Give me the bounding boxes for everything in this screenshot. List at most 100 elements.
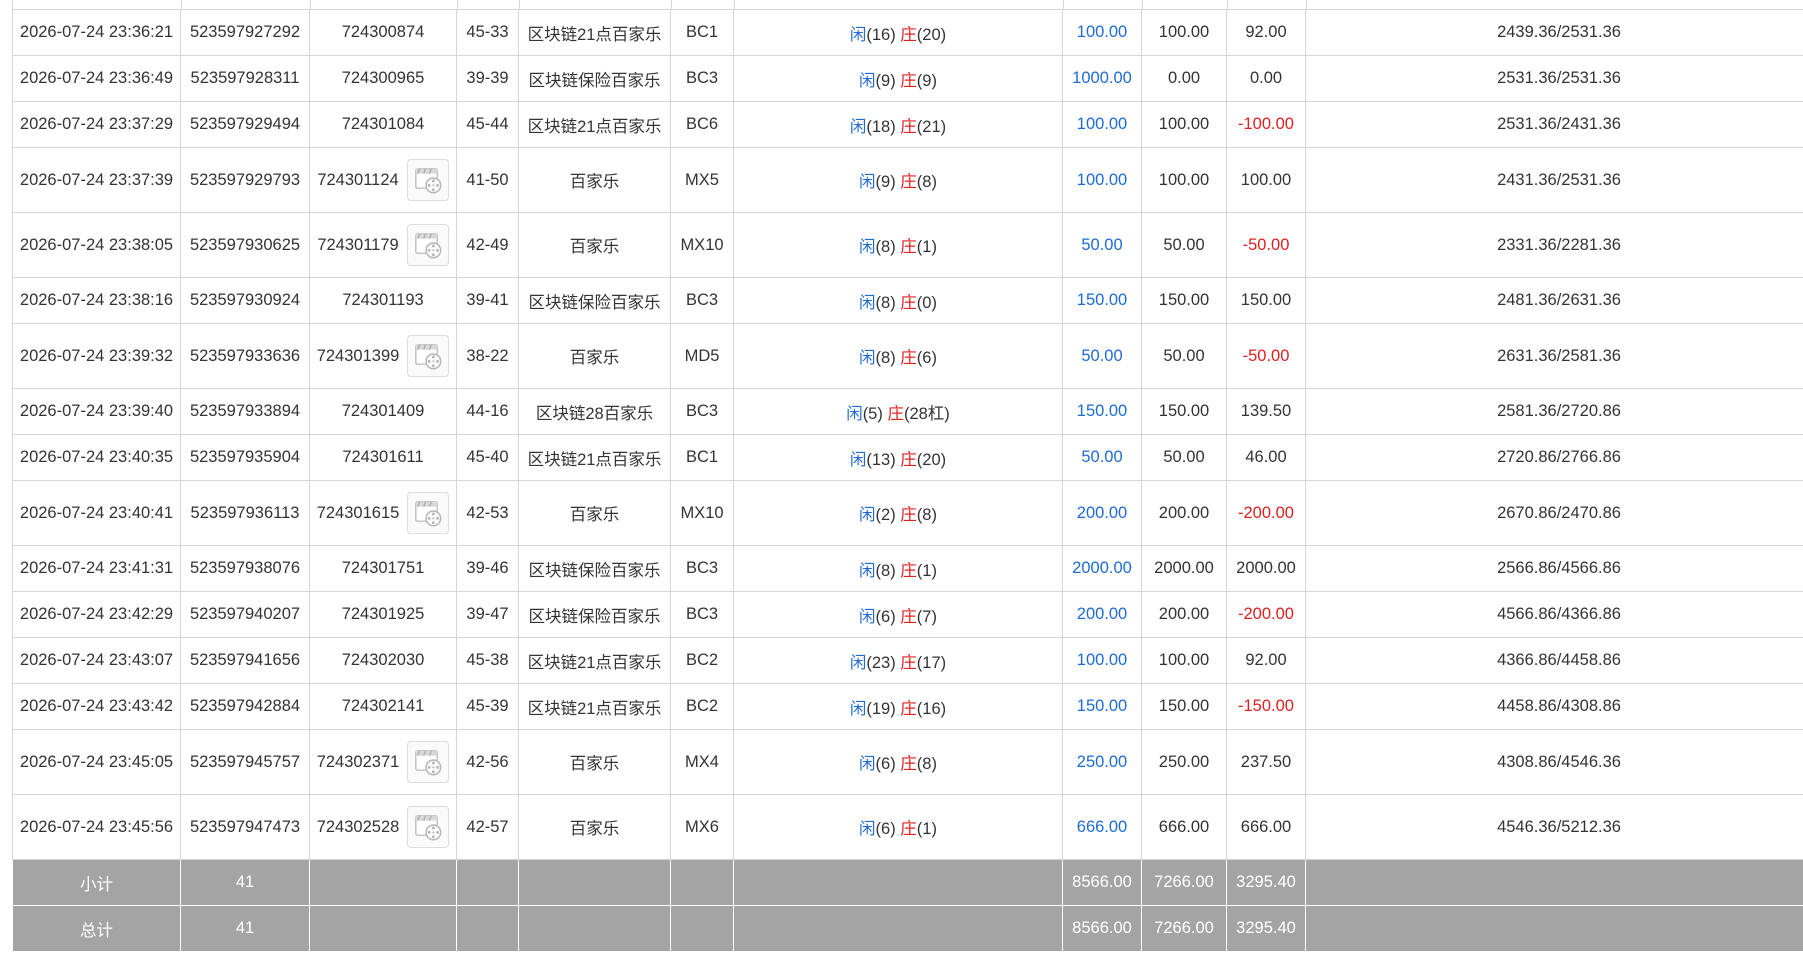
table-number: 45-39 xyxy=(456,683,519,730)
round-number: 724301179 xyxy=(317,235,399,254)
table-row: 2026-07-24 23:36:21 523597927292 724300874… xyxy=(12,9,1803,56)
valid-bet: 2000.00 xyxy=(1141,545,1227,592)
table-row: 2026-07-24 23:45:56 523597947473 724302528… xyxy=(12,794,1803,860)
order-number: 523597947473 xyxy=(180,794,310,860)
balance-change: 2720.86/2766.86 xyxy=(1305,434,1803,481)
bet-amount: 50.00 xyxy=(1062,212,1142,278)
game-type: 区块链28百家乐 xyxy=(518,388,671,435)
round-cell: 724302528 xyxy=(309,794,457,860)
table-code: BC3 xyxy=(670,388,734,435)
video-replay-icon[interactable] xyxy=(407,335,450,377)
game-result: 闲(23) 庄(17) xyxy=(733,637,1063,684)
win-loss: 150.00 xyxy=(1226,277,1306,324)
order-number: 523597928311 xyxy=(180,55,310,102)
player-points: (19) xyxy=(866,699,896,718)
game-result: 闲(5) 庄(28杠) xyxy=(733,388,1063,435)
player-points: (5) xyxy=(862,404,883,423)
round-cell: 724300965 xyxy=(309,55,457,102)
order-number: 523597927292 xyxy=(180,9,310,56)
video-replay-icon[interactable] xyxy=(407,741,450,783)
valid-bet: 0.00 xyxy=(1141,55,1227,102)
table-row: 2026-07-24 23:41:31 523597938076 724301751… xyxy=(12,545,1803,592)
table-number: 39-39 xyxy=(456,55,519,102)
total-row: 总计 41 8566.00 7266.00 3295.40 xyxy=(12,905,1803,952)
player-label: 闲 xyxy=(849,450,867,469)
total-valid-bet: 7266.00 xyxy=(1141,905,1227,952)
banker-points: (9) xyxy=(916,71,937,90)
table-number: 42-56 xyxy=(456,729,519,795)
records-body: 2026-07-24 23:36:21 523597927292 724300874… xyxy=(12,9,1803,860)
game-type: 区块链21点百家乐 xyxy=(518,683,671,730)
round-number: 724301084 xyxy=(341,115,425,133)
video-replay-icon[interactable] xyxy=(406,224,449,266)
player-label: 闲 xyxy=(859,349,876,367)
game-result: 闲(13) 庄(20) xyxy=(733,434,1063,481)
player-label: 闲 xyxy=(859,755,876,773)
bet-amount: 150.00 xyxy=(1062,683,1142,730)
table-number: 45-40 xyxy=(456,434,519,481)
order-number: 523597945757 xyxy=(180,729,310,795)
table-row: 2026-07-24 23:42:29 523597940207 724301925… xyxy=(12,591,1803,638)
video-replay-icon[interactable] xyxy=(406,159,449,201)
round-number: 724301409 xyxy=(341,402,425,420)
bet-amount: 150.00 xyxy=(1062,277,1142,324)
round-cell: 724301084 xyxy=(309,101,457,148)
balance-change: 4366.86/4458.86 xyxy=(1305,637,1803,684)
bet-amount: 666.00 xyxy=(1062,794,1142,860)
banker-label: 庄 xyxy=(900,820,917,838)
bet-records-table: 2026-07-24 23:36:21 523597927292 724300874… xyxy=(12,9,1803,952)
game-result: 闲(8) 庄(1) xyxy=(733,545,1063,592)
game-result: 闲(6) 庄(7) xyxy=(733,591,1063,638)
game-result: 闲(9) 庄(8) xyxy=(733,147,1063,213)
round-cell: 724302030 xyxy=(309,637,457,684)
bet-time: 2026-07-24 23:37:29 xyxy=(12,101,181,148)
player-points: (16) xyxy=(866,25,896,44)
game-result: 闲(8) 庄(0) xyxy=(733,277,1063,324)
table-row: 2026-07-24 23:36:49 523597928311 724300965… xyxy=(12,55,1803,102)
banker-points: (21) xyxy=(916,117,947,136)
subtotal-bet: 8566.00 xyxy=(1062,859,1142,906)
round-cell: 724300874 xyxy=(309,9,457,56)
table-code: MD5 xyxy=(670,323,734,389)
player-label: 闲 xyxy=(849,699,867,718)
player-label: 闲 xyxy=(859,173,876,191)
table-number: 38-22 xyxy=(456,323,519,389)
bet-amount: 100.00 xyxy=(1062,9,1142,56)
table-code: BC3 xyxy=(670,545,734,592)
total-label: 总计 xyxy=(12,905,181,952)
table-number: 42-57 xyxy=(456,794,519,860)
banker-points: (8) xyxy=(916,755,937,773)
table-number: 39-47 xyxy=(456,591,519,638)
game-type: 区块链21点百家乐 xyxy=(518,434,671,481)
table-code: BC2 xyxy=(670,637,734,684)
round-number: 724301611 xyxy=(342,448,424,466)
game-type: 百家乐 xyxy=(518,480,671,546)
table-top-edge xyxy=(12,0,1803,9)
game-type: 区块链21点百家乐 xyxy=(518,101,671,148)
round-number: 724301399 xyxy=(316,346,400,365)
valid-bet: 100.00 xyxy=(1141,637,1227,684)
banker-label: 庄 xyxy=(900,238,917,256)
valid-bet: 100.00 xyxy=(1141,147,1227,213)
total-empty xyxy=(733,905,1063,952)
banker-label: 庄 xyxy=(900,506,917,524)
win-loss: 100.00 xyxy=(1226,147,1306,213)
banker-label: 庄 xyxy=(900,699,917,718)
table-row: 2026-07-24 23:38:16 523597930924 724301193… xyxy=(12,277,1803,324)
player-points: (18) xyxy=(866,117,896,136)
round-number: 724301193 xyxy=(342,291,424,309)
banker-points: (7) xyxy=(916,607,937,626)
video-replay-icon[interactable] xyxy=(407,492,450,534)
video-replay-icon[interactable] xyxy=(407,806,450,848)
player-label: 闲 xyxy=(859,506,876,524)
subtotal-empty xyxy=(1305,859,1803,906)
bet-amount: 200.00 xyxy=(1062,480,1142,546)
table-code: MX4 xyxy=(670,729,734,795)
table-code: BC1 xyxy=(670,9,734,56)
player-points: (8) xyxy=(875,238,896,256)
banker-points: (1) xyxy=(916,561,937,580)
bet-amount: 250.00 xyxy=(1062,729,1142,795)
bet-time: 2026-07-24 23:40:41 xyxy=(12,480,181,546)
total-empty xyxy=(456,905,519,952)
total-empty xyxy=(1305,905,1803,952)
